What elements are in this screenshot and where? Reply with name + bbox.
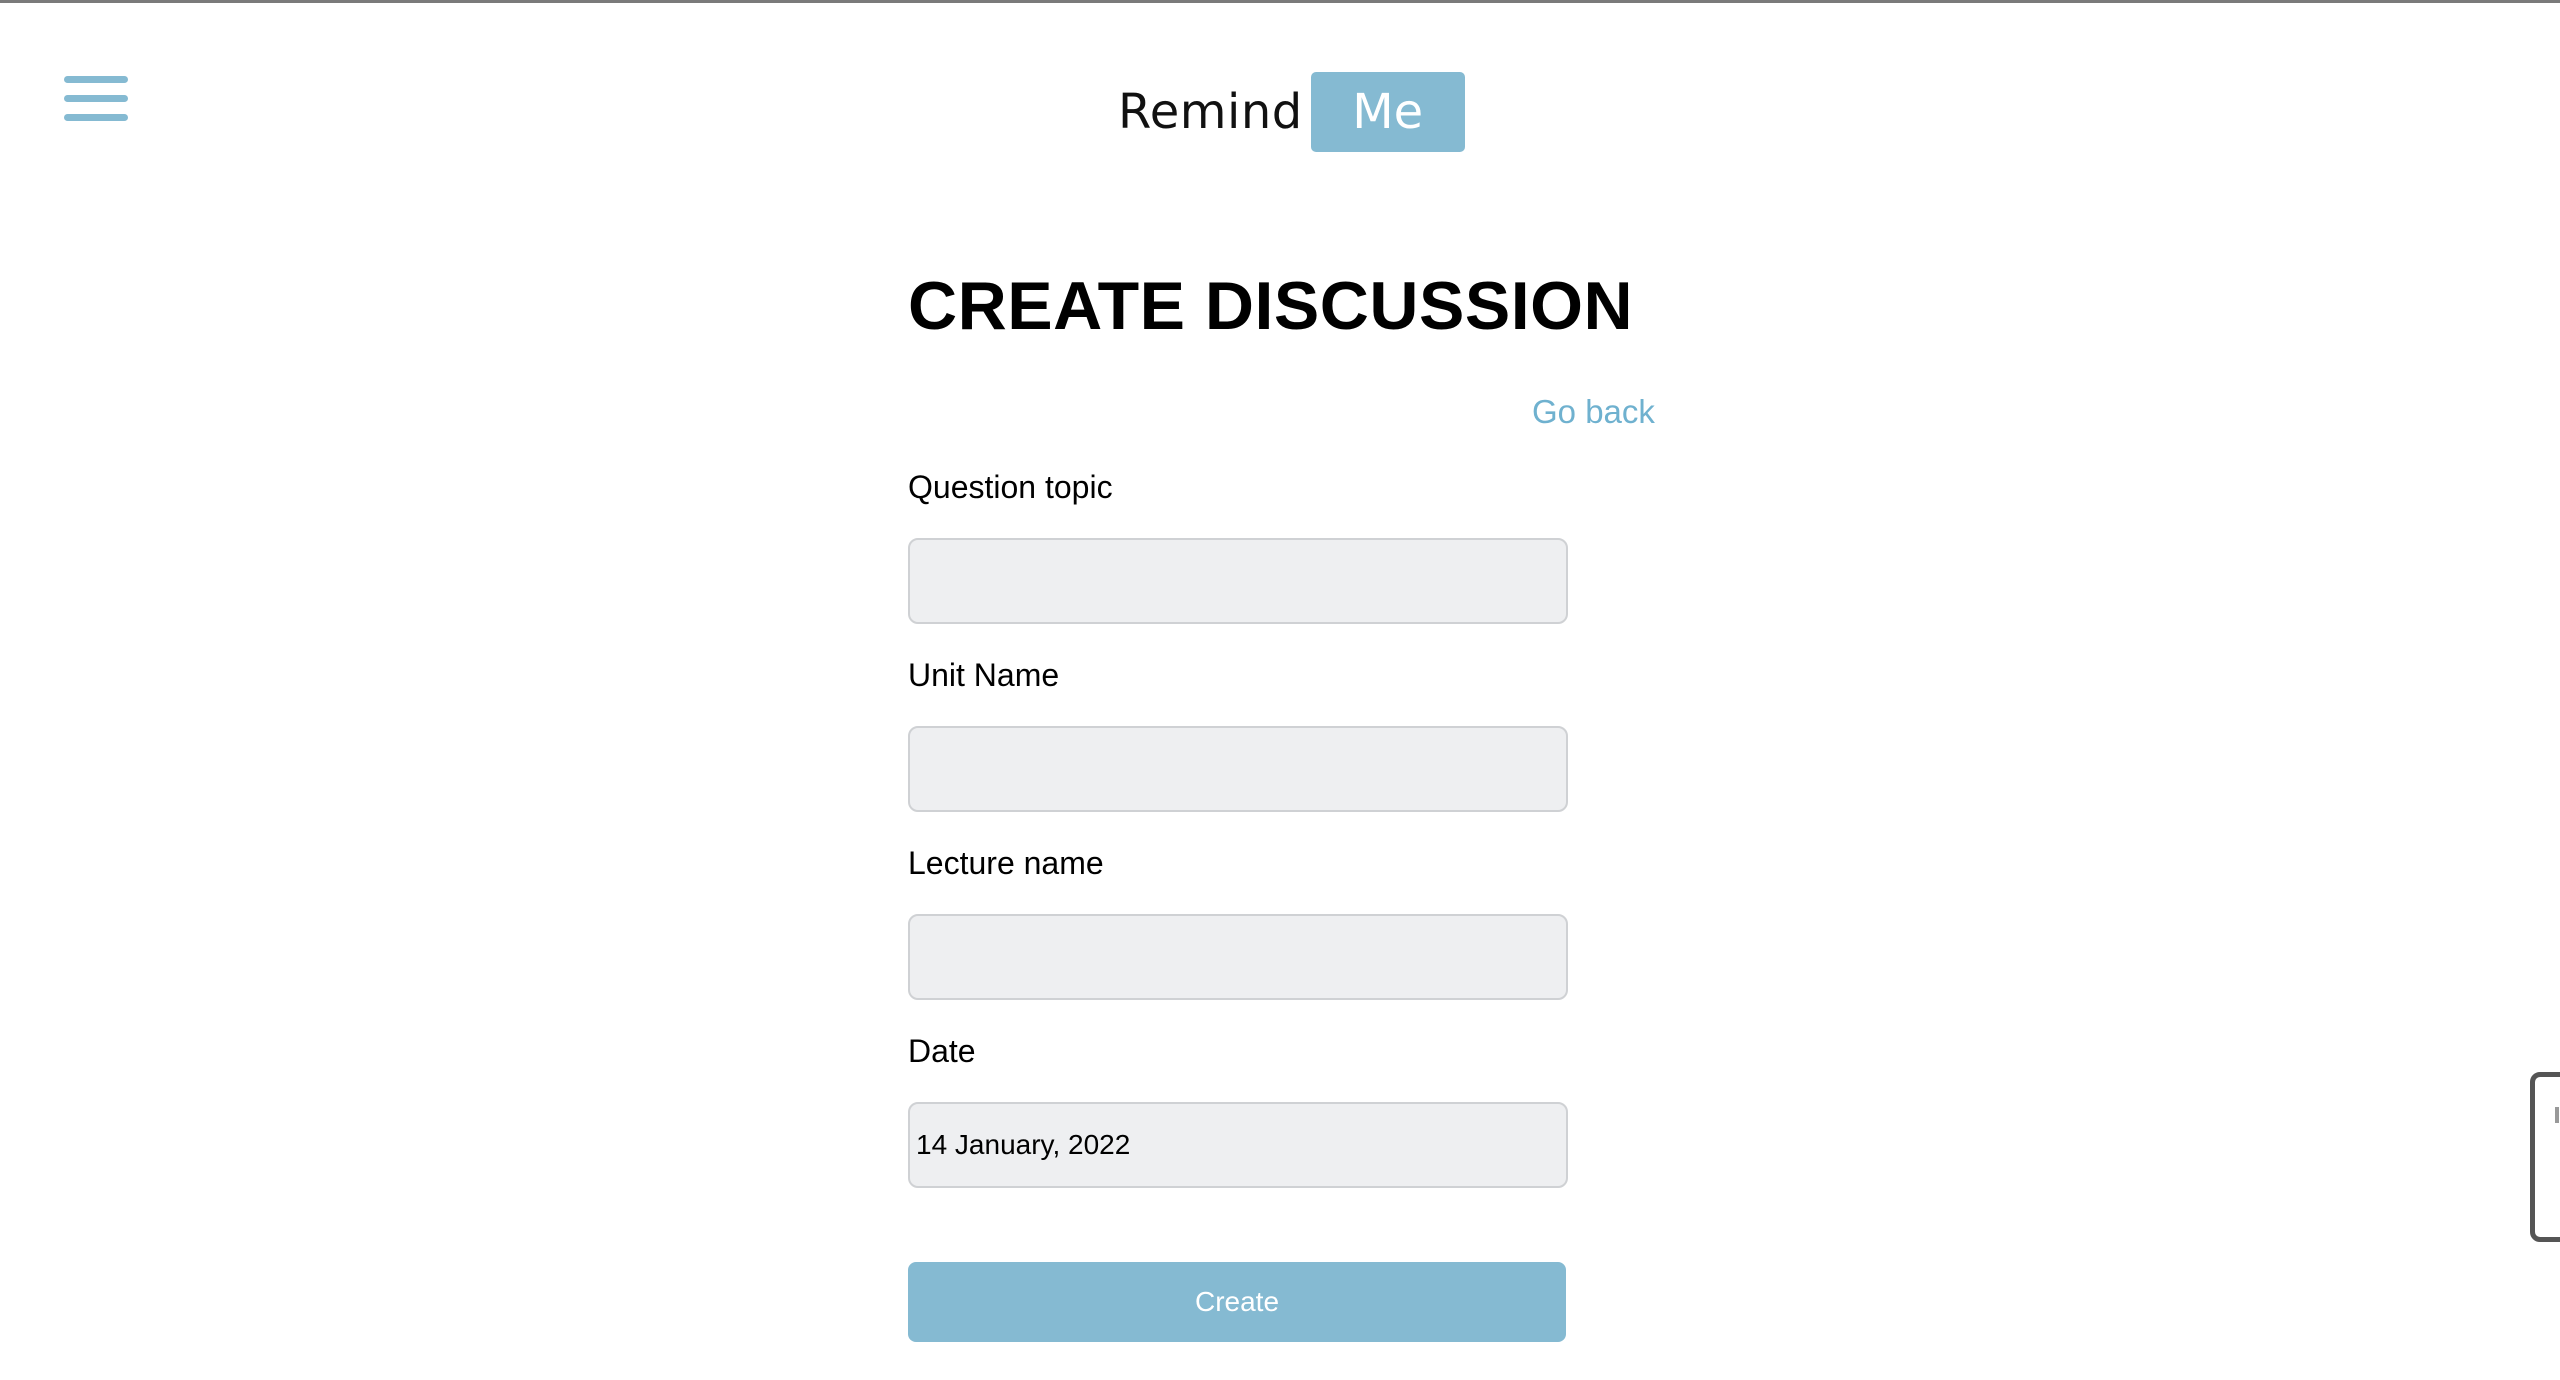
app-logo[interactable]: Remind Me [1118,72,1465,152]
side-tab-mark [2555,1107,2559,1123]
menu-bar [64,76,128,83]
top-border [0,0,2560,3]
date-label: Date [908,1033,976,1069]
date-input[interactable] [908,1102,1568,1188]
unit-name-input[interactable] [908,726,1568,812]
lecture-name-input[interactable] [908,914,1568,1000]
lecture-name-label: Lecture name [908,845,1104,881]
logo-text-remind: Remind [1118,84,1303,140]
side-feedback-tab[interactable] [2530,1072,2560,1242]
logo-text-me: Me [1310,72,1465,152]
go-back-link[interactable]: Go back [1532,393,1655,431]
hamburger-menu-icon[interactable] [60,72,130,132]
unit-name-label: Unit Name [908,657,1060,693]
menu-bar [64,114,128,121]
create-button[interactable]: Create [908,1262,1566,1342]
menu-bar [64,95,128,102]
question-topic-input[interactable] [908,538,1568,624]
page-title: CREATE DISCUSSION [908,268,1634,344]
question-topic-label: Question topic [908,469,1113,505]
